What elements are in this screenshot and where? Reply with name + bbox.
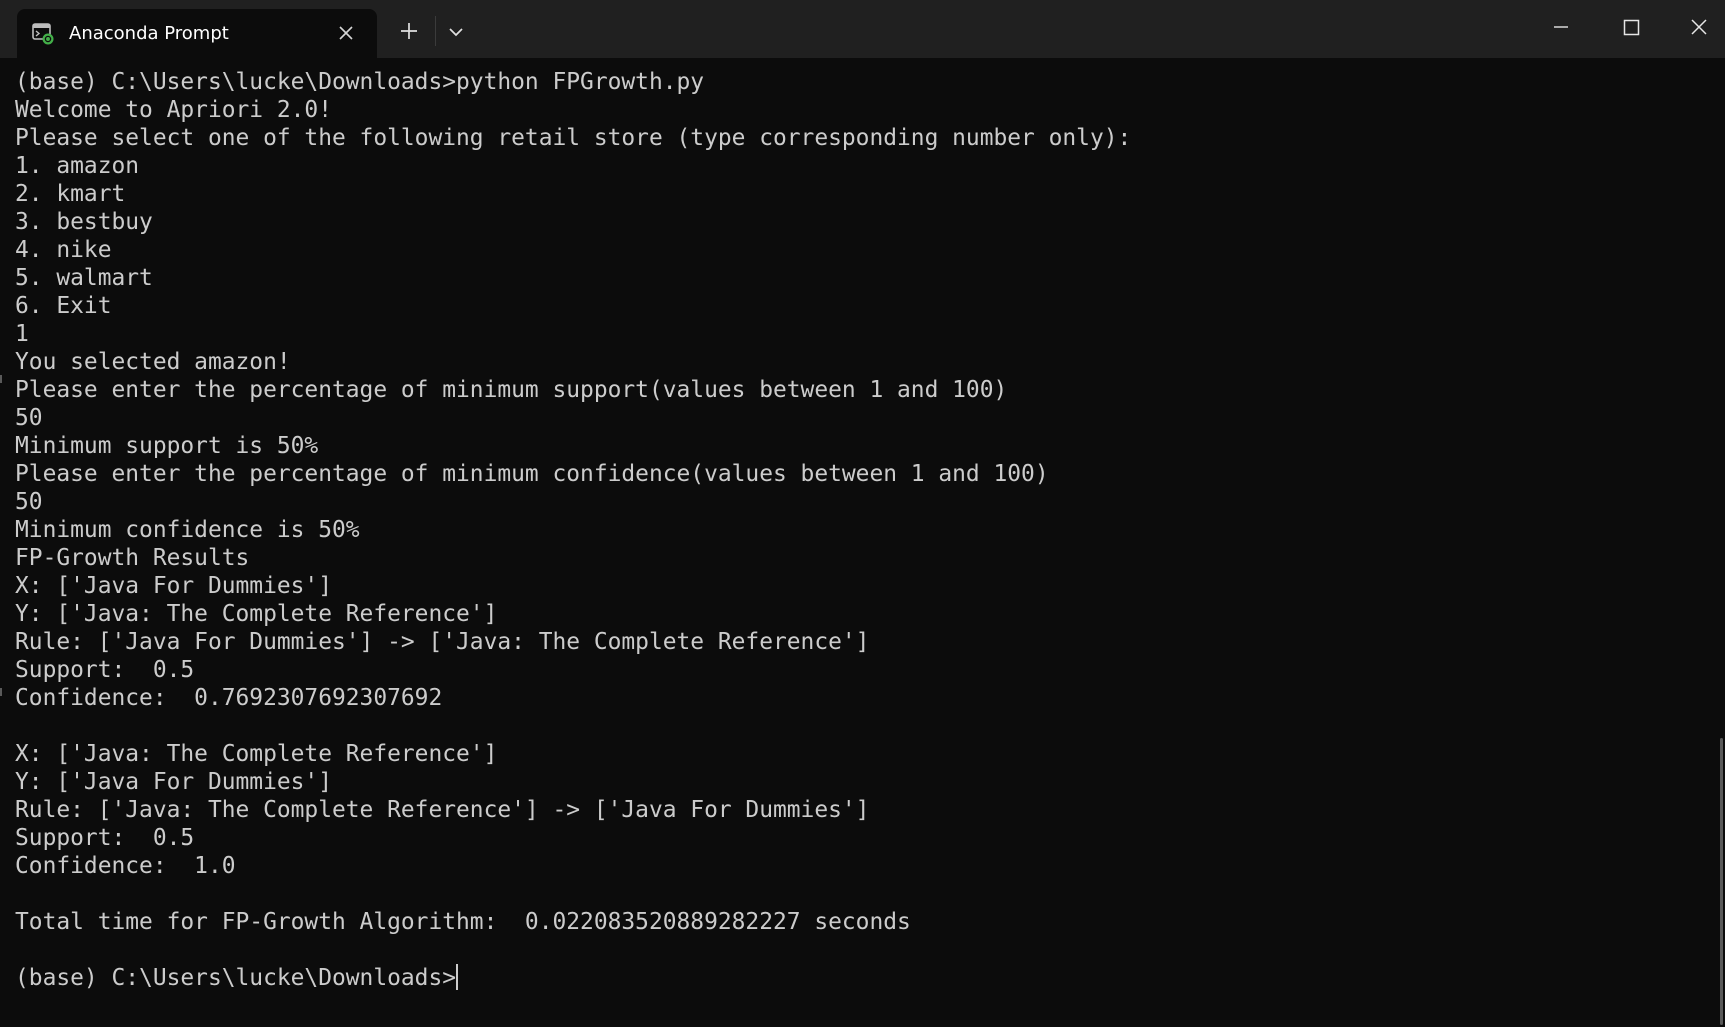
tab-divider (435, 16, 436, 46)
console-line: FP-Growth Results (15, 545, 250, 571)
console-line: Confidence: 0.7692307692307692 (15, 685, 443, 711)
console-line: You selected amazon! (15, 349, 291, 375)
text-cursor (456, 964, 459, 990)
console-line: Confidence: 1.0 (15, 853, 236, 879)
console-line: 1. amazon (15, 153, 140, 179)
tab-title: Anaconda Prompt (69, 23, 229, 44)
prompt-text: (base) C:\Users\lucke\Downloads> (15, 965, 457, 991)
tab-anaconda-prompt[interactable]: Anaconda Prompt (17, 9, 377, 58)
console-line: 50 (15, 405, 43, 431)
console-line: Y: ['Java: The Complete Reference'] (15, 601, 498, 627)
console-line: Total time for FP-Growth Algorithm: 0.02… (15, 909, 911, 935)
console-line: 2. kmart (15, 181, 126, 207)
console-line: Minimum support is 50% (15, 433, 319, 459)
minimize-icon[interactable] (1546, 12, 1576, 42)
console-line: Welcome to Apriori 2.0! (15, 97, 332, 123)
console-line: Rule: ['Java For Dummies'] -> ['Java: Th… (15, 629, 870, 655)
terminal-app-icon (31, 22, 55, 46)
console-line: 50 (15, 489, 43, 515)
close-icon[interactable] (1684, 12, 1714, 42)
console-line: 5. walmart (15, 265, 153, 291)
console-line: Minimum confidence is 50% (15, 517, 360, 543)
console-line: Support: 0.5 (15, 657, 195, 683)
console-line: 4. nike (15, 237, 112, 263)
resize-edge-marker (0, 688, 2, 696)
console-line: 3. bestbuy (15, 209, 153, 235)
console-line: (base) C:\Users\lucke\Downloads>python F… (15, 69, 705, 95)
maximize-icon[interactable] (1616, 12, 1646, 42)
console-line: Y: ['Java For Dummies'] (15, 769, 332, 795)
console-line: Rule: ['Java: The Complete Reference'] -… (15, 797, 870, 823)
plus-icon[interactable] (397, 19, 421, 43)
console-line: 1 (15, 321, 29, 347)
console-output[interactable]: (base) C:\Users\lucke\Downloads>python F… (0, 58, 1725, 1027)
console-line: 6. Exit (15, 293, 112, 319)
console-line: Please enter the percentage of minimum c… (15, 461, 1049, 487)
chevron-down-icon[interactable] (446, 22, 466, 42)
console-line: X: ['Java: The Complete Reference'] (15, 741, 498, 767)
resize-edge-marker (0, 375, 2, 383)
console-line: Please select one of the following retai… (15, 125, 1132, 151)
scrollbar-thumb[interactable] (1720, 738, 1723, 1025)
terminal-window: Anaconda Prompt (base) C:\Users\lucke\Do… (0, 0, 1725, 1027)
console-line: X: ['Java For Dummies'] (15, 573, 332, 599)
prompt-line[interactable]: (base) C:\Users\lucke\Downloads> (15, 964, 459, 992)
title-bar[interactable]: Anaconda Prompt (0, 0, 1725, 58)
close-icon[interactable] (335, 22, 357, 44)
console-line: Support: 0.5 (15, 825, 195, 851)
console-line: Please enter the percentage of minimum s… (15, 377, 1008, 403)
